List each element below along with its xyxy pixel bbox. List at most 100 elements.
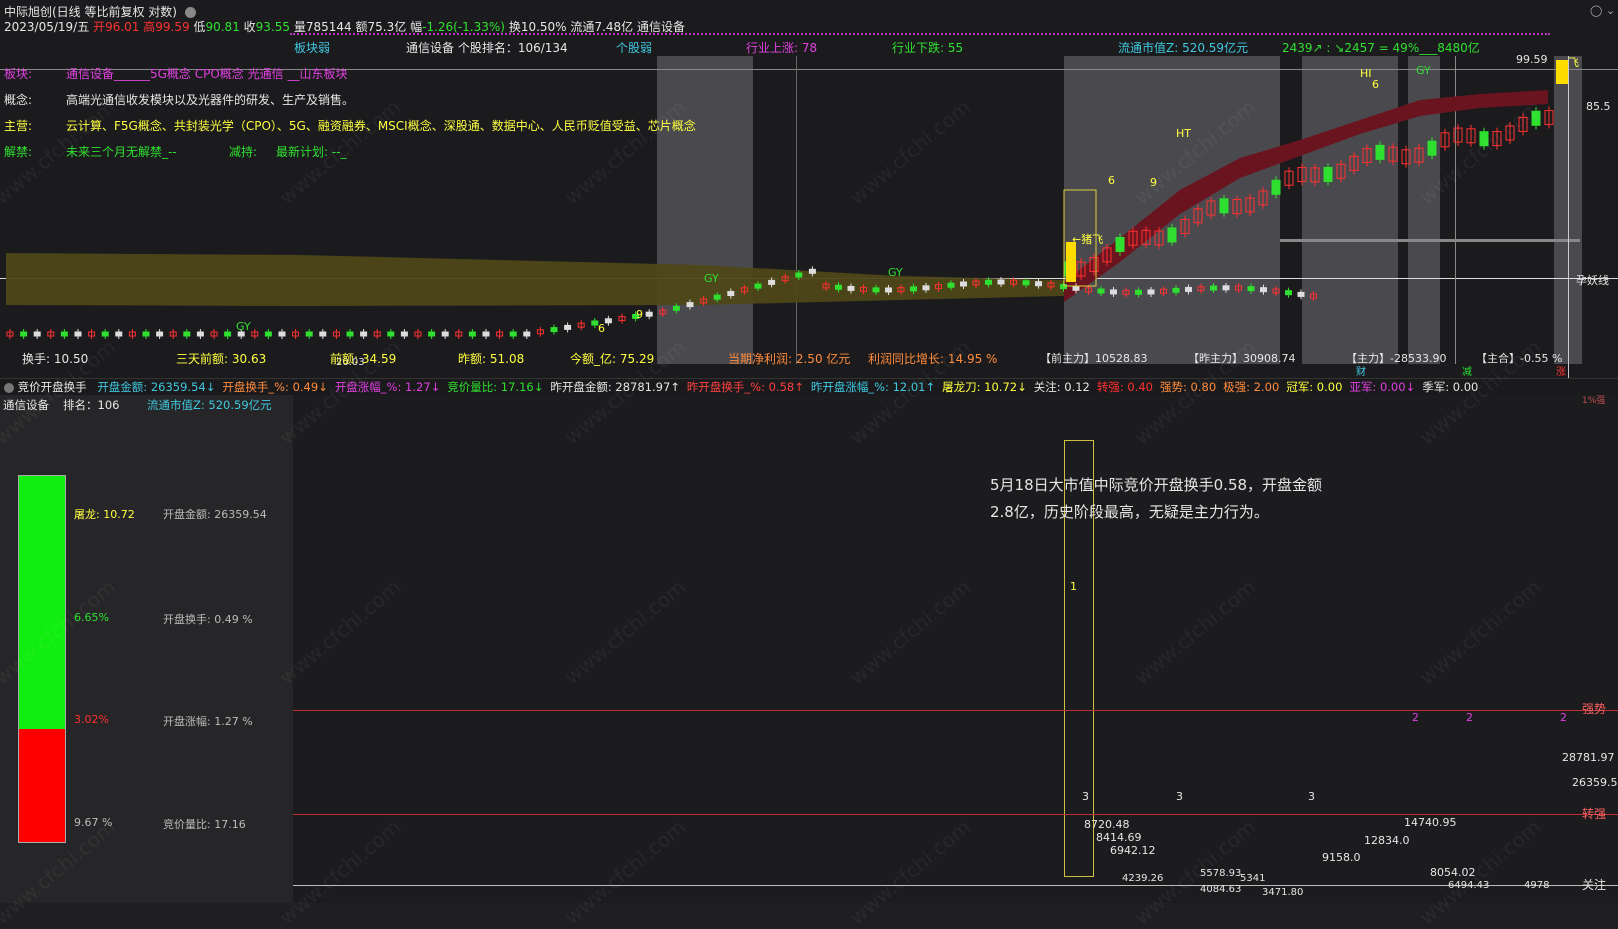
- sidebar-auction-ratio: 竞价量比: 17.16: [163, 818, 246, 831]
- candle-body: [985, 279, 992, 285]
- candle-body: [1260, 287, 1267, 293]
- annotation-line-2: 2.8亿，历史阶段最高，无疑是主力行为。: [990, 503, 1269, 521]
- candle-body: [1115, 236, 1125, 252]
- fly-label: 飞: [1568, 56, 1579, 69]
- candle-body: [910, 286, 917, 292]
- candle-body: [768, 279, 776, 285]
- signal-2: 2: [1412, 711, 1419, 724]
- indicator-toggle-icon[interactable]: [4, 382, 14, 393]
- value-label: 4978: [1524, 880, 1550, 891]
- pig-fly-label: ←猪飞: [1072, 233, 1104, 246]
- candle-body: [1375, 144, 1385, 160]
- value-label: 8720.48: [1084, 818, 1130, 831]
- strong-label: 强势: [1582, 702, 1607, 716]
- sidebar-open-amount: 开盘金额: 26359.54: [163, 508, 267, 521]
- candle-body: [346, 331, 354, 337]
- value-label: 4239.26: [1122, 873, 1164, 884]
- candle-body: [20, 331, 28, 337]
- candle-body: [115, 331, 123, 337]
- breakout-candle: [1066, 242, 1076, 282]
- candle-body: [1271, 179, 1281, 195]
- value-label: 4084.63: [1200, 884, 1242, 895]
- candle-body: [1110, 289, 1117, 295]
- indicator-item: 冠军: 0.00: [1286, 380, 1343, 394]
- value-label: 28781.97: [1562, 751, 1615, 764]
- candle-body: [319, 331, 327, 337]
- signal-2: 2: [1560, 711, 1567, 724]
- indicator-item: 关注: 0.12: [1033, 380, 1090, 394]
- candle-body: [672, 305, 680, 311]
- candle-body: [196, 331, 204, 337]
- candle-body: [847, 285, 855, 291]
- candle-body: [264, 331, 272, 337]
- candle-body: [1147, 289, 1155, 295]
- sidebar-tulong: 屠龙: 10.72: [74, 508, 135, 521]
- candle-body: [441, 331, 449, 337]
- candle-body: [74, 331, 82, 337]
- signal-3: 3: [1176, 790, 1183, 803]
- value-label: 26359.54: [1572, 776, 1618, 789]
- candle-body: [1285, 290, 1292, 296]
- candle-body: [947, 282, 955, 288]
- value-label: 5341: [1240, 873, 1266, 884]
- candle-body: [468, 331, 476, 337]
- value-label: 14740.95: [1404, 816, 1457, 829]
- value-label: 6942.12: [1110, 844, 1156, 857]
- ht-label: HT: [1176, 127, 1191, 140]
- right-price-label: 85.5: [1586, 100, 1611, 113]
- candle-body: [922, 285, 930, 291]
- candle-body: [400, 331, 408, 337]
- value-label: 9158.0: [1322, 851, 1361, 864]
- value-label: 12834.0: [1364, 834, 1410, 847]
- indicator-items: 竞价开盘换手 开盘金额: 26359.54↓ 开盘换手_%: 0.49↓ 开盘涨幅_…: [4, 379, 1478, 395]
- candle-body: [1297, 291, 1305, 297]
- candle-body: [808, 268, 816, 274]
- sidebar-rank: 排名：106: [63, 398, 120, 412]
- trend-band: [6, 253, 1064, 306]
- indicator-item: 转强: 0.40: [1096, 380, 1153, 394]
- annotation-line-1: 5月18日大市值中际竞价开盘换手0.58，开盘金额: [990, 476, 1323, 494]
- indicator-item: 昨开盘换手_%: 0.58↑: [686, 380, 804, 394]
- gy-label: GY: [888, 266, 903, 279]
- badge-cai: 财: [1356, 367, 1366, 378]
- gy-label: GY: [236, 320, 251, 333]
- candle-body: [754, 283, 762, 289]
- signal-6: 6: [1372, 78, 1379, 91]
- signal-2: 2: [1466, 711, 1473, 724]
- indicator-item: 开盘换手_%: 0.49↓: [222, 380, 328, 394]
- turn-strong-label: 转强: [1582, 807, 1607, 821]
- candle-body: [523, 331, 531, 337]
- stat-prev-main: 【前主力】10528.83: [1040, 352, 1148, 365]
- stat-yest-amount: 昨额: 51.08: [458, 352, 525, 366]
- candle-body: [645, 311, 653, 317]
- candle-body: [1222, 285, 1230, 291]
- indicator-item: 竞价量比: 17.16↓: [447, 380, 544, 394]
- candle-body: [885, 287, 892, 293]
- candle-body: [1072, 285, 1080, 291]
- candle-body: [960, 281, 967, 287]
- candle-body: [604, 318, 612, 324]
- badge-zhang: 涨: [1556, 367, 1566, 378]
- hi-label: HI: [1360, 67, 1372, 80]
- candle-body: [1247, 286, 1255, 292]
- candle-body: [997, 279, 1005, 285]
- sidebar-open-turnover: 开盘换手: 0.49 %: [163, 613, 253, 626]
- stat-net-profit: 当期净利润: 2.50 亿元: [728, 352, 851, 366]
- candle-body: [713, 294, 721, 300]
- sidebar-float-cap: 流通市值Z: 520.59亿元: [147, 398, 272, 412]
- signal-3: 3: [1308, 790, 1315, 803]
- candle-body: [727, 291, 735, 296]
- candle-body: [156, 331, 164, 337]
- scale-top-label: 1%强: [1582, 396, 1606, 406]
- candle-body: [142, 331, 150, 337]
- candle-body: [564, 324, 572, 330]
- stat-three-day: 三天前额: 30.63: [176, 352, 267, 366]
- annotation-text: 5月18日大市值中际竞价开盘换手0.58，开盘金额 2.8亿，历史阶段最高，无疑…: [990, 472, 1322, 526]
- focus-label: 关注: [1582, 878, 1607, 892]
- indicator-item: 极强: 2.00: [1223, 380, 1280, 394]
- sidebar-pct-red: 3.02%: [74, 713, 109, 726]
- badge-jian: 减: [1462, 367, 1472, 378]
- gy-label: GY: [704, 272, 719, 285]
- candle-body: [1135, 289, 1142, 295]
- signal-1: 1: [1070, 580, 1077, 593]
